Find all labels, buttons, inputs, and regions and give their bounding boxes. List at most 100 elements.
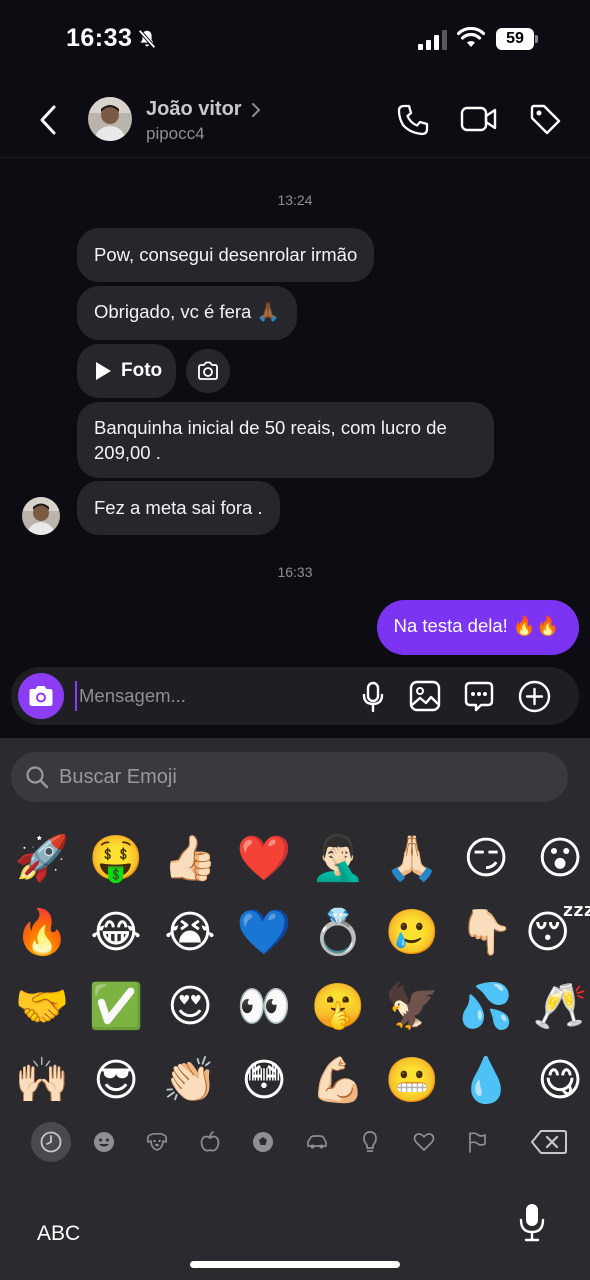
message-timestamp: 16:33 <box>277 564 313 580</box>
battery-indicator: 59 <box>496 28 538 50</box>
emoji-key[interactable]: 😋 <box>523 1044 590 1118</box>
category-animals[interactable] <box>138 1123 176 1161</box>
wifi-icon <box>457 27 485 47</box>
emoji-key[interactable]: 🚀 <box>5 822 79 896</box>
plus-icon[interactable] <box>518 680 551 713</box>
soccer-ball-icon <box>253 1132 273 1152</box>
emoji-key[interactable]: 🤝 <box>5 970 79 1044</box>
emoji-key[interactable]: 💧 <box>449 1044 523 1118</box>
emoji-key[interactable]: 👀 <box>227 970 301 1044</box>
emoji-key[interactable]: 🦅 <box>375 970 449 1044</box>
emoji-key[interactable]: 🙌🏻 <box>5 1044 79 1118</box>
smiley-icon <box>94 1132 114 1152</box>
emoji-key[interactable]: 🔥 <box>5 896 79 970</box>
bell-off-icon <box>138 29 156 49</box>
avatar-image <box>22 497 60 535</box>
emoji-key[interactable]: ❤️ <box>227 822 301 896</box>
message-composer <box>11 667 579 725</box>
emoji-key[interactable]: 😏 <box>449 822 523 896</box>
clock-icon <box>40 1131 62 1153</box>
back-arrow-icon[interactable] <box>36 102 62 138</box>
received-message[interactable]: Pow, consegui desenrolar irmão <box>77 228 375 282</box>
emoji-key[interactable]: 💪🏻 <box>301 1044 375 1118</box>
car-icon <box>307 1135 327 1149</box>
emoji-key[interactable]: 🥂 <box>523 970 590 1044</box>
category-activity[interactable] <box>244 1123 282 1161</box>
emoji-key[interactable]: 😮 <box>523 822 590 896</box>
status-bar: 16:33 59 <box>0 0 590 80</box>
search-icon <box>26 766 49 789</box>
chevron-right-icon <box>251 102 260 117</box>
tag-icon[interactable] <box>528 102 562 136</box>
chat-header: João vitor pipocc4 <box>0 80 590 158</box>
video-call-icon[interactable] <box>460 104 498 134</box>
emoji-key[interactable]: 🙏🏻 <box>375 822 449 896</box>
camera-icon <box>29 686 53 706</box>
emoji-key[interactable]: 😭 <box>153 896 227 970</box>
emoji-key[interactable]: 👍🏻 <box>153 822 227 896</box>
contact-name: João vitor <box>146 98 242 120</box>
emoji-key[interactable]: 😂 <box>79 896 153 970</box>
emoji-key[interactable]: 💍 <box>301 896 375 970</box>
emoji-key[interactable]: 😴 <box>523 896 590 970</box>
play-icon <box>96 362 111 380</box>
category-flags[interactable] <box>458 1123 496 1161</box>
emoji-key[interactable]: 🥲 <box>375 896 449 970</box>
category-travel[interactable] <box>298 1123 336 1161</box>
sender-avatar[interactable] <box>22 497 60 535</box>
home-indicator <box>190 1261 400 1268</box>
contact-name-link[interactable]: João vitor <box>146 98 262 121</box>
category-food[interactable] <box>191 1123 229 1161</box>
category-objects[interactable] <box>351 1123 389 1161</box>
emoji-grid: 🚀 🤑 👍🏻 ❤️ 🤦🏻‍♂️ 🙏🏻 😏 😮 🔥 😂 😭 💙 💍 🥲 👇🏻 😴 🤝 ✅ 😍 👀 🤫 🦅 💦 🥂 🙌🏻 😎 👏🏻 😳 💪🏻… <box>5 822 590 1118</box>
emoji-search-placeholder: Buscar Emoji <box>59 765 177 788</box>
status-time: 16:33 <box>66 24 133 52</box>
photo-label: Foto <box>121 360 163 381</box>
dog-icon <box>146 1132 168 1151</box>
phone-call-icon[interactable] <box>396 103 430 137</box>
emoji-key[interactable]: ✅ <box>79 970 153 1044</box>
emoji-key[interactable]: 👏🏻 <box>153 1044 227 1118</box>
emoji-key[interactable]: 😳 <box>227 1044 301 1118</box>
contact-avatar[interactable] <box>88 97 132 141</box>
avatar-image <box>88 97 132 141</box>
battery-cap <box>535 35 538 43</box>
message-input[interactable] <box>75 681 335 711</box>
apple-icon <box>200 1131 220 1152</box>
emoji-key[interactable]: 😍 <box>153 970 227 1044</box>
emoji-key[interactable]: 👇🏻 <box>449 896 523 970</box>
emoji-key[interactable]: 😬 <box>375 1044 449 1118</box>
category-symbols[interactable] <box>405 1123 443 1161</box>
contact-username: pipocc4 <box>146 124 205 143</box>
lightbulb-icon <box>363 1131 377 1152</box>
gallery-icon[interactable] <box>409 680 441 712</box>
camera-icon <box>198 361 218 380</box>
received-message[interactable]: Banquinha inicial de 50 reais, com lucro… <box>77 402 494 478</box>
camera-reply-button[interactable] <box>186 349 230 393</box>
emoji-search-field[interactable]: Buscar Emoji <box>11 752 568 802</box>
category-recent[interactable] <box>31 1122 71 1162</box>
flag-icon <box>469 1132 486 1153</box>
microphone-icon[interactable] <box>361 681 385 713</box>
received-message[interactable]: Fez a meta sai fora . <box>77 481 280 535</box>
abc-keyboard-key[interactable]: ABC <box>37 1222 80 1246</box>
heart-icon <box>413 1133 435 1151</box>
emoji-category-bar <box>0 1118 590 1168</box>
emoji-keyboard: Buscar Emoji 🚀 🤑 👍🏻 ❤️ 🤦🏻‍♂️ 🙏🏻 😏 😮 🔥 😂 😭 💙 💍 🥲 👇🏻 😴 🤝 ✅ 😍… <box>0 738 590 1280</box>
category-smileys[interactable] <box>85 1123 123 1161</box>
battery-level: 59 <box>496 28 534 50</box>
message-timestamp: 13:24 <box>277 192 313 208</box>
emoji-key[interactable]: 😎 <box>79 1044 153 1118</box>
received-message[interactable]: Obrigado, vc é fera 🙏🏾 <box>77 286 297 340</box>
camera-button[interactable] <box>18 673 64 719</box>
sent-message[interactable]: Na testa dela! 🔥🔥 <box>376 600 579 655</box>
backspace-icon[interactable] <box>531 1129 567 1155</box>
dictation-mic-icon[interactable] <box>519 1202 545 1242</box>
emoji-key[interactable]: 💙 <box>227 896 301 970</box>
photo-message[interactable]: Foto <box>77 344 176 398</box>
sticker-icon[interactable] <box>463 680 495 712</box>
emoji-key[interactable]: 🤦🏻‍♂️ <box>301 822 375 896</box>
emoji-key[interactable]: 💦 <box>449 970 523 1044</box>
emoji-key[interactable]: 🤫 <box>301 970 375 1044</box>
emoji-key[interactable]: 🤑 <box>79 822 153 896</box>
